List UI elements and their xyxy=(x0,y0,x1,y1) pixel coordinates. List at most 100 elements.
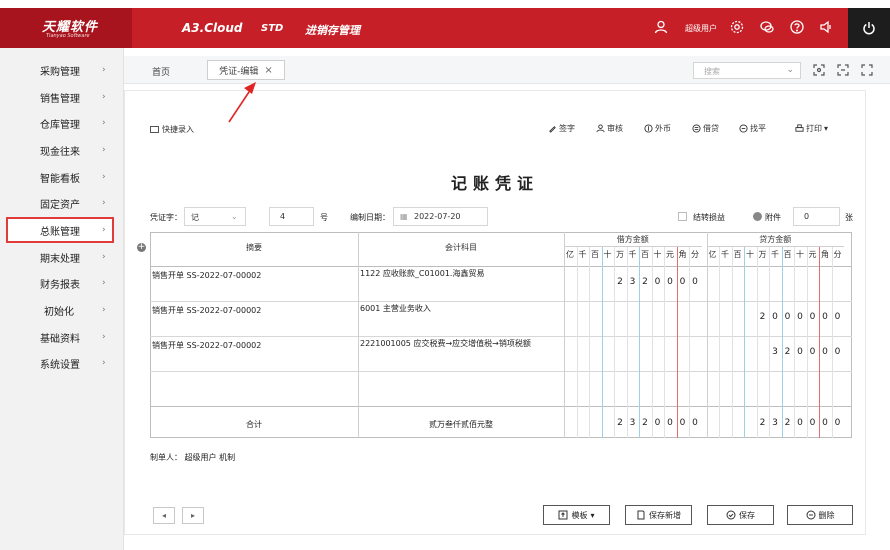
debit-digit: 0 xyxy=(679,277,686,287)
account-cell[interactable]: 1122 应收账款_C01001.海鑫贸易 xyxy=(360,268,484,279)
template-button[interactable]: 模板 ▾ xyxy=(543,505,610,525)
account-cell[interactable]: 6001 主营业务收入 xyxy=(360,303,431,314)
save-label: 保存 xyxy=(739,510,755,520)
voucher-number-input[interactable]: 4 xyxy=(269,207,314,226)
grid-line xyxy=(769,247,770,438)
refresh-icon[interactable] xyxy=(812,63,826,77)
credit-digit: 0 xyxy=(797,347,803,357)
collapse-icon[interactable] xyxy=(836,63,850,77)
credit-digit: 2 xyxy=(759,312,766,322)
grid-line xyxy=(831,247,833,438)
unit-header: 元 xyxy=(666,250,674,259)
sidebar-item-purchase[interactable]: 采购管理 › xyxy=(0,57,124,83)
delete-label: 删除 xyxy=(818,510,835,520)
voucher-type-select[interactable]: 记 ⌄ xyxy=(184,207,246,226)
chevron-down-icon: ⌄ xyxy=(231,212,238,221)
printer-icon xyxy=(795,124,804,132)
audit-label: 审核 xyxy=(607,124,623,133)
unit-header: 亿 xyxy=(566,250,574,259)
sidebar-item-init[interactable]: 初始化 › xyxy=(0,297,124,323)
prev-voucher-button[interactable]: ◂ xyxy=(153,507,175,524)
save-new-button[interactable]: 保存新增 xyxy=(625,505,692,525)
save-button[interactable]: 保存 xyxy=(707,505,774,525)
carry-forward-checkbox[interactable] xyxy=(678,212,687,221)
tab-voucher-edit[interactable]: 凭证-编辑 × xyxy=(207,60,285,80)
tab-bar: 首页 凭证-编辑 × 搜索 ⌄ xyxy=(124,56,890,84)
currency-button[interactable]: 外币 xyxy=(644,123,671,134)
sign-button[interactable]: 签字 xyxy=(548,123,575,134)
sidebar-item-label: 采购管理 xyxy=(40,66,80,78)
debit-credit-button[interactable]: 借贷 xyxy=(692,123,719,134)
sidebar-item-warehouse[interactable]: 仓库管理 › xyxy=(0,110,124,136)
unit-header: 分 xyxy=(691,250,699,259)
sidebar-item-system[interactable]: 系统设置 › xyxy=(0,350,124,376)
print-button[interactable]: 打印 ▾ xyxy=(795,123,828,134)
sidebar-item-master-data[interactable]: 基础资料 › xyxy=(0,324,124,350)
product-name: A3.Cloud xyxy=(182,21,243,35)
sidebar-item-cash[interactable]: 现金往来 › xyxy=(0,137,124,163)
grid-line xyxy=(676,247,678,438)
chevron-right-icon: › xyxy=(102,358,106,368)
sidebar: 采购管理 › 销售管理 › 仓库管理 › 现金往来 › 智能看板 › 固定资产 › 总账管理… xyxy=(0,48,124,550)
summary-cell[interactable]: 销售开单 SS-2022-07-00002 xyxy=(152,270,261,281)
sidebar-item-label: 期末处理 xyxy=(40,253,80,265)
sidebar-item-period-end[interactable]: 期末处理 › xyxy=(0,244,124,270)
attachment-radio[interactable] xyxy=(753,212,762,221)
chevron-right-icon: › xyxy=(102,118,106,128)
power-button[interactable] xyxy=(848,8,890,48)
caret-down-icon: ▾ xyxy=(824,124,829,133)
total-debit-digit: 0 xyxy=(667,418,673,428)
delete-button[interactable]: 删除 xyxy=(787,505,853,525)
summary-cell[interactable]: 销售开单 SS-2022-07-00002 xyxy=(152,305,261,316)
notification-icon[interactable] xyxy=(816,17,836,37)
sidebar-item-label: 基础资料 xyxy=(40,333,80,345)
add-row-icon[interactable]: + xyxy=(137,243,146,252)
attachment-count-input[interactable]: 0 xyxy=(793,207,840,226)
voucher-number-value: 4 xyxy=(280,212,286,221)
settings-icon[interactable] xyxy=(727,17,747,37)
column-header-account: 会计科目 xyxy=(445,243,477,252)
audit-button[interactable]: 审核 xyxy=(596,123,623,134)
chevron-right-icon: › xyxy=(102,305,106,315)
currency-label: 外币 xyxy=(655,124,671,133)
unit-header: 千 xyxy=(628,250,637,259)
tab-home[interactable]: 首页 xyxy=(152,65,170,78)
chevron-right-icon: › xyxy=(102,198,106,208)
next-voucher-button[interactable]: ▸ xyxy=(182,507,204,524)
credit-digit: 0 xyxy=(809,312,816,322)
quick-entry-button[interactable]: 快捷录入 xyxy=(150,124,194,135)
logo[interactable]: 天耀软件 Tianyao Software xyxy=(0,8,132,48)
date-input[interactable]: ▦ 2022-07-20 xyxy=(393,207,488,226)
credit-digit: 0 xyxy=(822,347,828,357)
sidebar-item-general-ledger[interactable]: 总账管理 › xyxy=(6,217,114,243)
unit-header: 百 xyxy=(641,250,649,259)
module-title[interactable]: 进销存管理 xyxy=(305,22,360,38)
credit-digit: 0 xyxy=(797,312,803,322)
grid-line xyxy=(150,406,852,407)
fullscreen-icon[interactable] xyxy=(860,63,874,77)
date-value: 2022-07-20 xyxy=(414,212,461,221)
check-circle-icon xyxy=(726,510,736,520)
unit-header: 千 xyxy=(721,250,729,259)
help-icon[interactable] xyxy=(787,17,807,37)
grid-line xyxy=(719,247,720,438)
user-icon[interactable] xyxy=(651,17,671,37)
summary-cell[interactable]: 销售开单 SS-2022-07-00002 xyxy=(152,340,261,351)
balance-label: 找平 xyxy=(750,124,766,133)
close-icon[interactable]: × xyxy=(264,65,272,76)
grid-line xyxy=(794,247,795,438)
search-input[interactable]: 搜索 ⌄ xyxy=(693,62,801,79)
chat-icon[interactable] xyxy=(757,17,777,37)
caret-down-icon: ▾ xyxy=(590,510,595,520)
debit-digit: 0 xyxy=(692,277,698,287)
unit-header: 千 xyxy=(578,250,587,259)
sidebar-item-reports[interactable]: 财务报表 › xyxy=(0,270,124,296)
calendar-icon: ▦ xyxy=(400,212,408,221)
unit-header: 百 xyxy=(783,250,792,259)
sidebar-item-sales[interactable]: 销售管理 › xyxy=(0,84,124,110)
current-user[interactable]: 超级用户 xyxy=(685,23,717,34)
chevron-down-icon: ⌄ xyxy=(786,65,794,75)
balance-button[interactable]: 找平 xyxy=(739,123,766,134)
credit-digit: 0 xyxy=(834,312,841,322)
account-cell[interactable]: 2221001005 应交税费→应交增值税→销项税额 xyxy=(360,338,531,349)
